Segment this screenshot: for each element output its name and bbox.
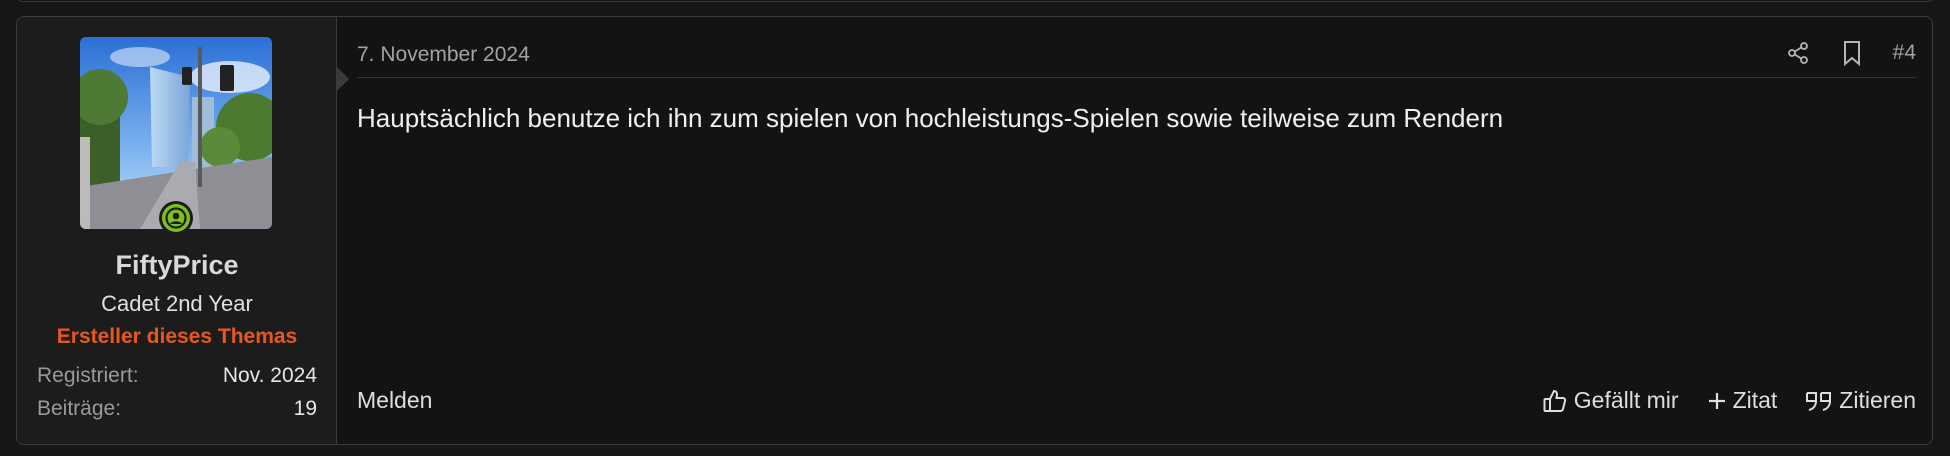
user-title: Cadet 2nd Year: [101, 291, 253, 316]
add-quote-label: Zitat: [1732, 387, 1778, 413]
post-main: 7. November 2024 #4 Hauptsächlich benutz…: [337, 17, 1932, 444]
add-quote-button[interactable]: Zitat: [1707, 387, 1778, 414]
forum-post: FiftyPrice Cadet 2nd Year Ersteller dies…: [16, 16, 1933, 445]
post-tools: #4: [1785, 39, 1916, 67]
report-link[interactable]: Melden: [357, 387, 432, 414]
quote-icon: [1806, 391, 1832, 411]
stat-value: 19: [293, 397, 317, 420]
plus-icon: [1708, 392, 1725, 409]
post-actions: Gefällt mir Zitat Zitieren: [1542, 387, 1916, 414]
post-content: Hauptsächlich benutze ich ihn zum spiele…: [357, 103, 1504, 133]
thread-starter-badge: Ersteller dieses Themas: [56, 325, 298, 348]
like-button[interactable]: Gefällt mir: [1542, 387, 1679, 414]
like-label: Gefällt mir: [1573, 387, 1679, 413]
bookmark-icon[interactable]: [1839, 39, 1865, 67]
stat-posts: Beiträge: 19: [37, 397, 317, 421]
user-info-panel: FiftyPrice Cadet 2nd Year Ersteller dies…: [17, 17, 337, 444]
stat-registered: Registriert: Nov. 2024: [37, 364, 317, 388]
post-footer: Melden Gefällt mir Zitat Zitieren: [357, 387, 1916, 414]
header-divider: [357, 77, 1916, 78]
online-status-indicator: [159, 201, 193, 235]
username[interactable]: FiftyPrice: [17, 250, 337, 281]
previous-post-edge: [16, 0, 1934, 2]
post-date[interactable]: 7. November 2024: [357, 43, 530, 67]
quote-button[interactable]: Zitieren: [1805, 387, 1916, 414]
share-icon[interactable]: [1785, 39, 1811, 67]
thumbs-up-icon: [1543, 389, 1566, 412]
user-circle-icon: [162, 204, 190, 232]
stat-label: Beiträge:: [37, 397, 122, 420]
quote-label: Zitieren: [1839, 387, 1916, 413]
post-number-link[interactable]: #4: [1893, 41, 1916, 65]
stat-value: Nov. 2024: [222, 364, 317, 387]
stat-label: Registriert:: [37, 364, 139, 387]
